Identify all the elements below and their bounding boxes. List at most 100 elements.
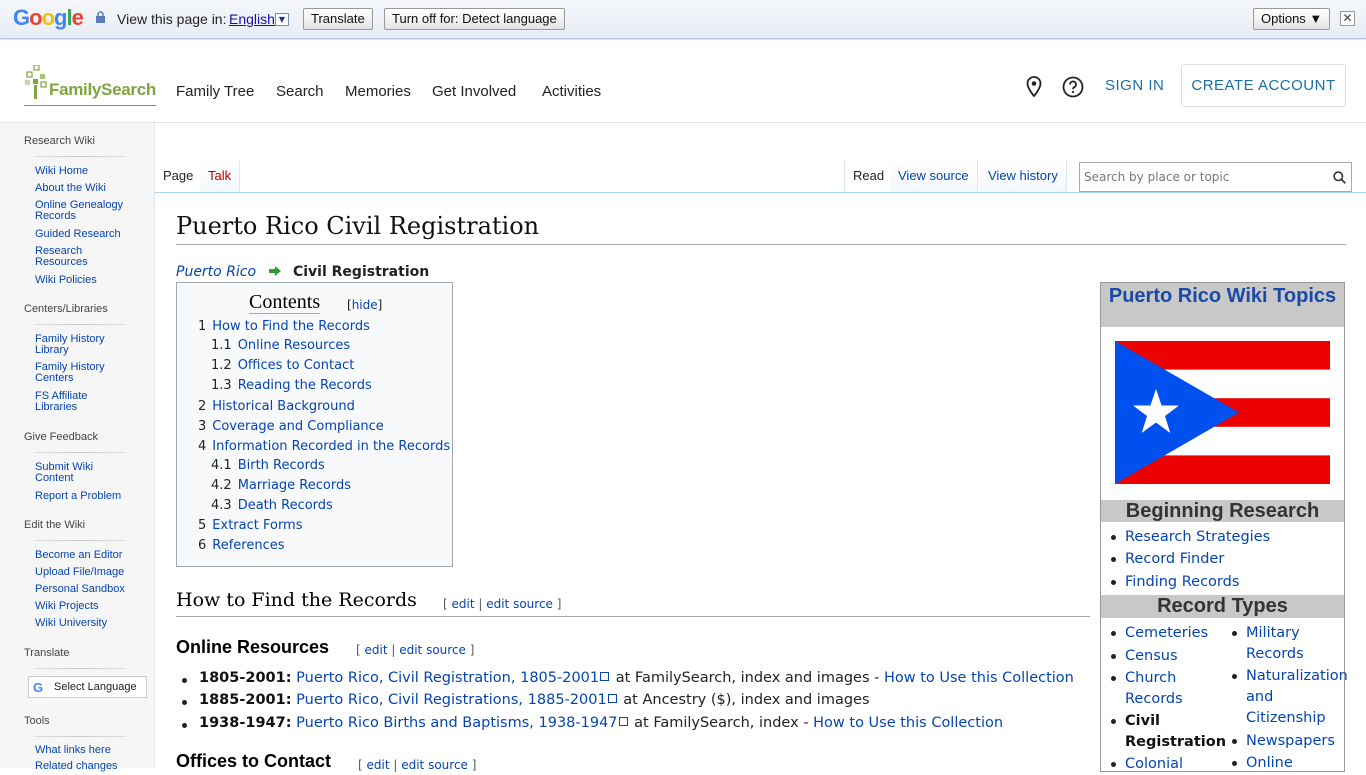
- infobox-beginning-heading: Beginning Research: [1101, 500, 1344, 522]
- breadcrumb-parent-link[interactable]: Puerto Rico: [176, 264, 256, 280]
- tree-icon: [25, 65, 47, 99]
- sign-in-link[interactable]: SIGN IN: [1105, 77, 1164, 94]
- sidebar-divider: [34, 156, 126, 157]
- turn-off-button[interactable]: Turn off for: Detect language: [384, 8, 565, 30]
- sidebar-item-wiki-projects[interactable]: Wiki Projects: [35, 601, 135, 612]
- sidebar-item-become-an-editor[interactable]: Become an Editor: [35, 550, 135, 561]
- infobox-link[interactable]: Research Strategies: [1110, 527, 1270, 548]
- sidebar-item-research-resources[interactable]: Research Resources: [35, 246, 105, 268]
- collection-link[interactable]: Puerto Rico Births and Baptisms, 1938-19…: [296, 715, 617, 731]
- tab-page[interactable]: Page: [155, 160, 203, 192]
- sidebar-divider: [34, 540, 126, 541]
- infobox-link[interactable]: Naturalization and Citizenship: [1232, 666, 1348, 729]
- create-account-button[interactable]: CREATE ACCOUNT: [1181, 64, 1346, 107]
- toc-item[interactable]: 1.3 Reading the Records: [211, 378, 372, 393]
- sidebar-item-family-history-centers[interactable]: Family History Centers: [35, 362, 117, 384]
- sidebar-item-fs-affiliate-libraries[interactable]: FS Affiliate Libraries: [35, 391, 117, 413]
- collection-link[interactable]: Puerto Rico, Civil Registration, 1805-20…: [296, 670, 599, 686]
- sidebar-item-wiki-university[interactable]: Wiki University: [35, 618, 135, 629]
- infobox-title[interactable]: Puerto Rico Wiki Topics: [1101, 283, 1344, 327]
- sidebar-heading-research-wiki: Research Wiki: [24, 135, 95, 147]
- nav-family-tree[interactable]: Family Tree: [176, 83, 254, 100]
- toc-item[interactable]: 4 Information Recorded in the Records: [198, 439, 450, 454]
- search-input[interactable]: Search by place or topic: [1084, 170, 1229, 184]
- toc-item[interactable]: 1 How to Find the Records: [198, 319, 370, 334]
- toc-item[interactable]: 4.3 Death Records: [211, 498, 333, 513]
- infobox-link[interactable]: Online: [1232, 753, 1346, 774]
- google-g-icon: G: [33, 680, 44, 695]
- language-select[interactable]: English: [229, 11, 275, 27]
- options-button[interactable]: Options ▼: [1253, 8, 1331, 30]
- toc-hide-link[interactable]: hide: [352, 298, 378, 312]
- sidebar-item-about-the-wiki[interactable]: About the Wiki: [35, 183, 135, 194]
- sidebar-divider: [34, 736, 126, 737]
- sidebar-item-submit-wiki-content[interactable]: Submit Wiki Content: [35, 462, 117, 484]
- infobox-link[interactable]: Colonial: [1111, 754, 1225, 775]
- toc-item[interactable]: 1.1 Online Resources: [211, 338, 350, 353]
- sidebar-item-report-a-problem[interactable]: Report a Problem: [35, 491, 135, 502]
- how-to-use-link[interactable]: How to Use this Collection: [884, 670, 1074, 686]
- sidebar-divider: [34, 668, 126, 669]
- title-divider: [176, 244, 1346, 245]
- toc-item[interactable]: 2 Historical Background: [198, 399, 355, 414]
- toc-item[interactable]: 1.2 Offices to Contact: [211, 358, 354, 373]
- edit-link[interactable]: edit: [452, 597, 475, 611]
- infobox-link[interactable]: Finding Records: [1110, 572, 1239, 593]
- tab-view-source[interactable]: View source: [890, 160, 978, 192]
- chevron-down-icon[interactable]: ▼: [275, 13, 289, 26]
- sidebar-item-family-history-library[interactable]: Family History Library: [35, 334, 117, 356]
- select-language-widget[interactable]: G Select Language: [28, 676, 147, 698]
- breadcrumb-current: Civil Registration: [292, 264, 430, 280]
- toc-item[interactable]: 4.1 Birth Records: [211, 458, 325, 473]
- sidebar-item-upload-file-image[interactable]: Upload File/Image: [35, 567, 135, 578]
- toc-item[interactable]: 4.2 Marriage Records: [211, 478, 351, 493]
- list-item: 1805-2001: Puerto Rico, Civil Registrati…: [182, 670, 1074, 686]
- search-icon[interactable]: [1333, 171, 1346, 184]
- logo-wordmark: FamilySearch: [49, 80, 156, 99]
- nav-memories[interactable]: Memories: [345, 83, 411, 100]
- tab-read[interactable]: Read: [844, 160, 894, 192]
- site-header: FamilySearch Family Tree Search Memories…: [0, 40, 1366, 123]
- breadcrumb: Puerto Rico Civil Registration: [176, 264, 429, 280]
- sidebar-item-online-genealogy-records[interactable]: Online Genealogy Records: [35, 200, 135, 222]
- edit-source-link[interactable]: edit source: [401, 758, 468, 772]
- close-icon[interactable]: ✕: [1340, 11, 1355, 26]
- sidebar-item-wiki-policies[interactable]: Wiki Policies: [35, 275, 135, 286]
- external-link-icon: [618, 717, 628, 726]
- familysearch-logo[interactable]: FamilySearch: [24, 62, 156, 106]
- sidebar-item-guided-research[interactable]: Guided Research: [35, 229, 135, 240]
- infobox-link[interactable]: Cemeteries: [1111, 623, 1225, 644]
- infobox-link[interactable]: Church Records: [1111, 668, 1195, 710]
- sidebar-item-personal-sandbox[interactable]: Personal Sandbox: [35, 584, 135, 595]
- sidebar-item-related-changes[interactable]: Related changes: [35, 761, 135, 772]
- nav-activities[interactable]: Activities: [542, 83, 601, 100]
- search-box[interactable]: Search by place or topic: [1079, 162, 1352, 192]
- section-heading-how-to-find: How to Find the Records: [176, 589, 417, 611]
- edit-link[interactable]: edit: [365, 643, 388, 657]
- how-to-use-link[interactable]: How to Use this Collection: [813, 715, 1003, 731]
- tab-view-history[interactable]: View history: [980, 160, 1067, 192]
- infobox-link[interactable]: Military Records: [1232, 623, 1326, 665]
- edit-source-link[interactable]: edit source: [486, 597, 553, 611]
- toc-item[interactable]: 3 Coverage and Compliance: [198, 419, 384, 434]
- toc-item[interactable]: 6 References: [198, 538, 285, 553]
- collection-link[interactable]: Puerto Rico, Civil Registrations, 1885-2…: [296, 692, 607, 708]
- nav-get-involved[interactable]: Get Involved: [432, 83, 516, 100]
- section-edit-links: [ edit | edit source ]: [358, 758, 477, 772]
- location-pin-icon[interactable]: [1026, 76, 1042, 98]
- tab-talk[interactable]: Talk: [200, 160, 241, 192]
- edit-source-link[interactable]: edit source: [399, 643, 466, 657]
- translate-button[interactable]: Translate: [303, 8, 373, 30]
- edit-link[interactable]: edit: [367, 758, 390, 772]
- infobox-link[interactable]: Newspapers: [1232, 731, 1346, 752]
- view-page-text: View this page in:: [117, 11, 227, 27]
- sidebar-item-what-links-here[interactable]: What links here: [35, 745, 135, 756]
- nav-search[interactable]: Search: [276, 83, 324, 100]
- puerto-rico-flag: [1115, 341, 1330, 484]
- infobox-link[interactable]: Census: [1111, 646, 1225, 667]
- sidebar-heading-edit-the-wiki: Edit the Wiki: [24, 519, 86, 531]
- help-icon[interactable]: [1062, 76, 1084, 98]
- sidebar-item-wiki-home[interactable]: Wiki Home: [35, 166, 135, 177]
- infobox-link[interactable]: Record Finder: [1110, 549, 1224, 570]
- toc-item[interactable]: 5 Extract Forms: [198, 518, 303, 533]
